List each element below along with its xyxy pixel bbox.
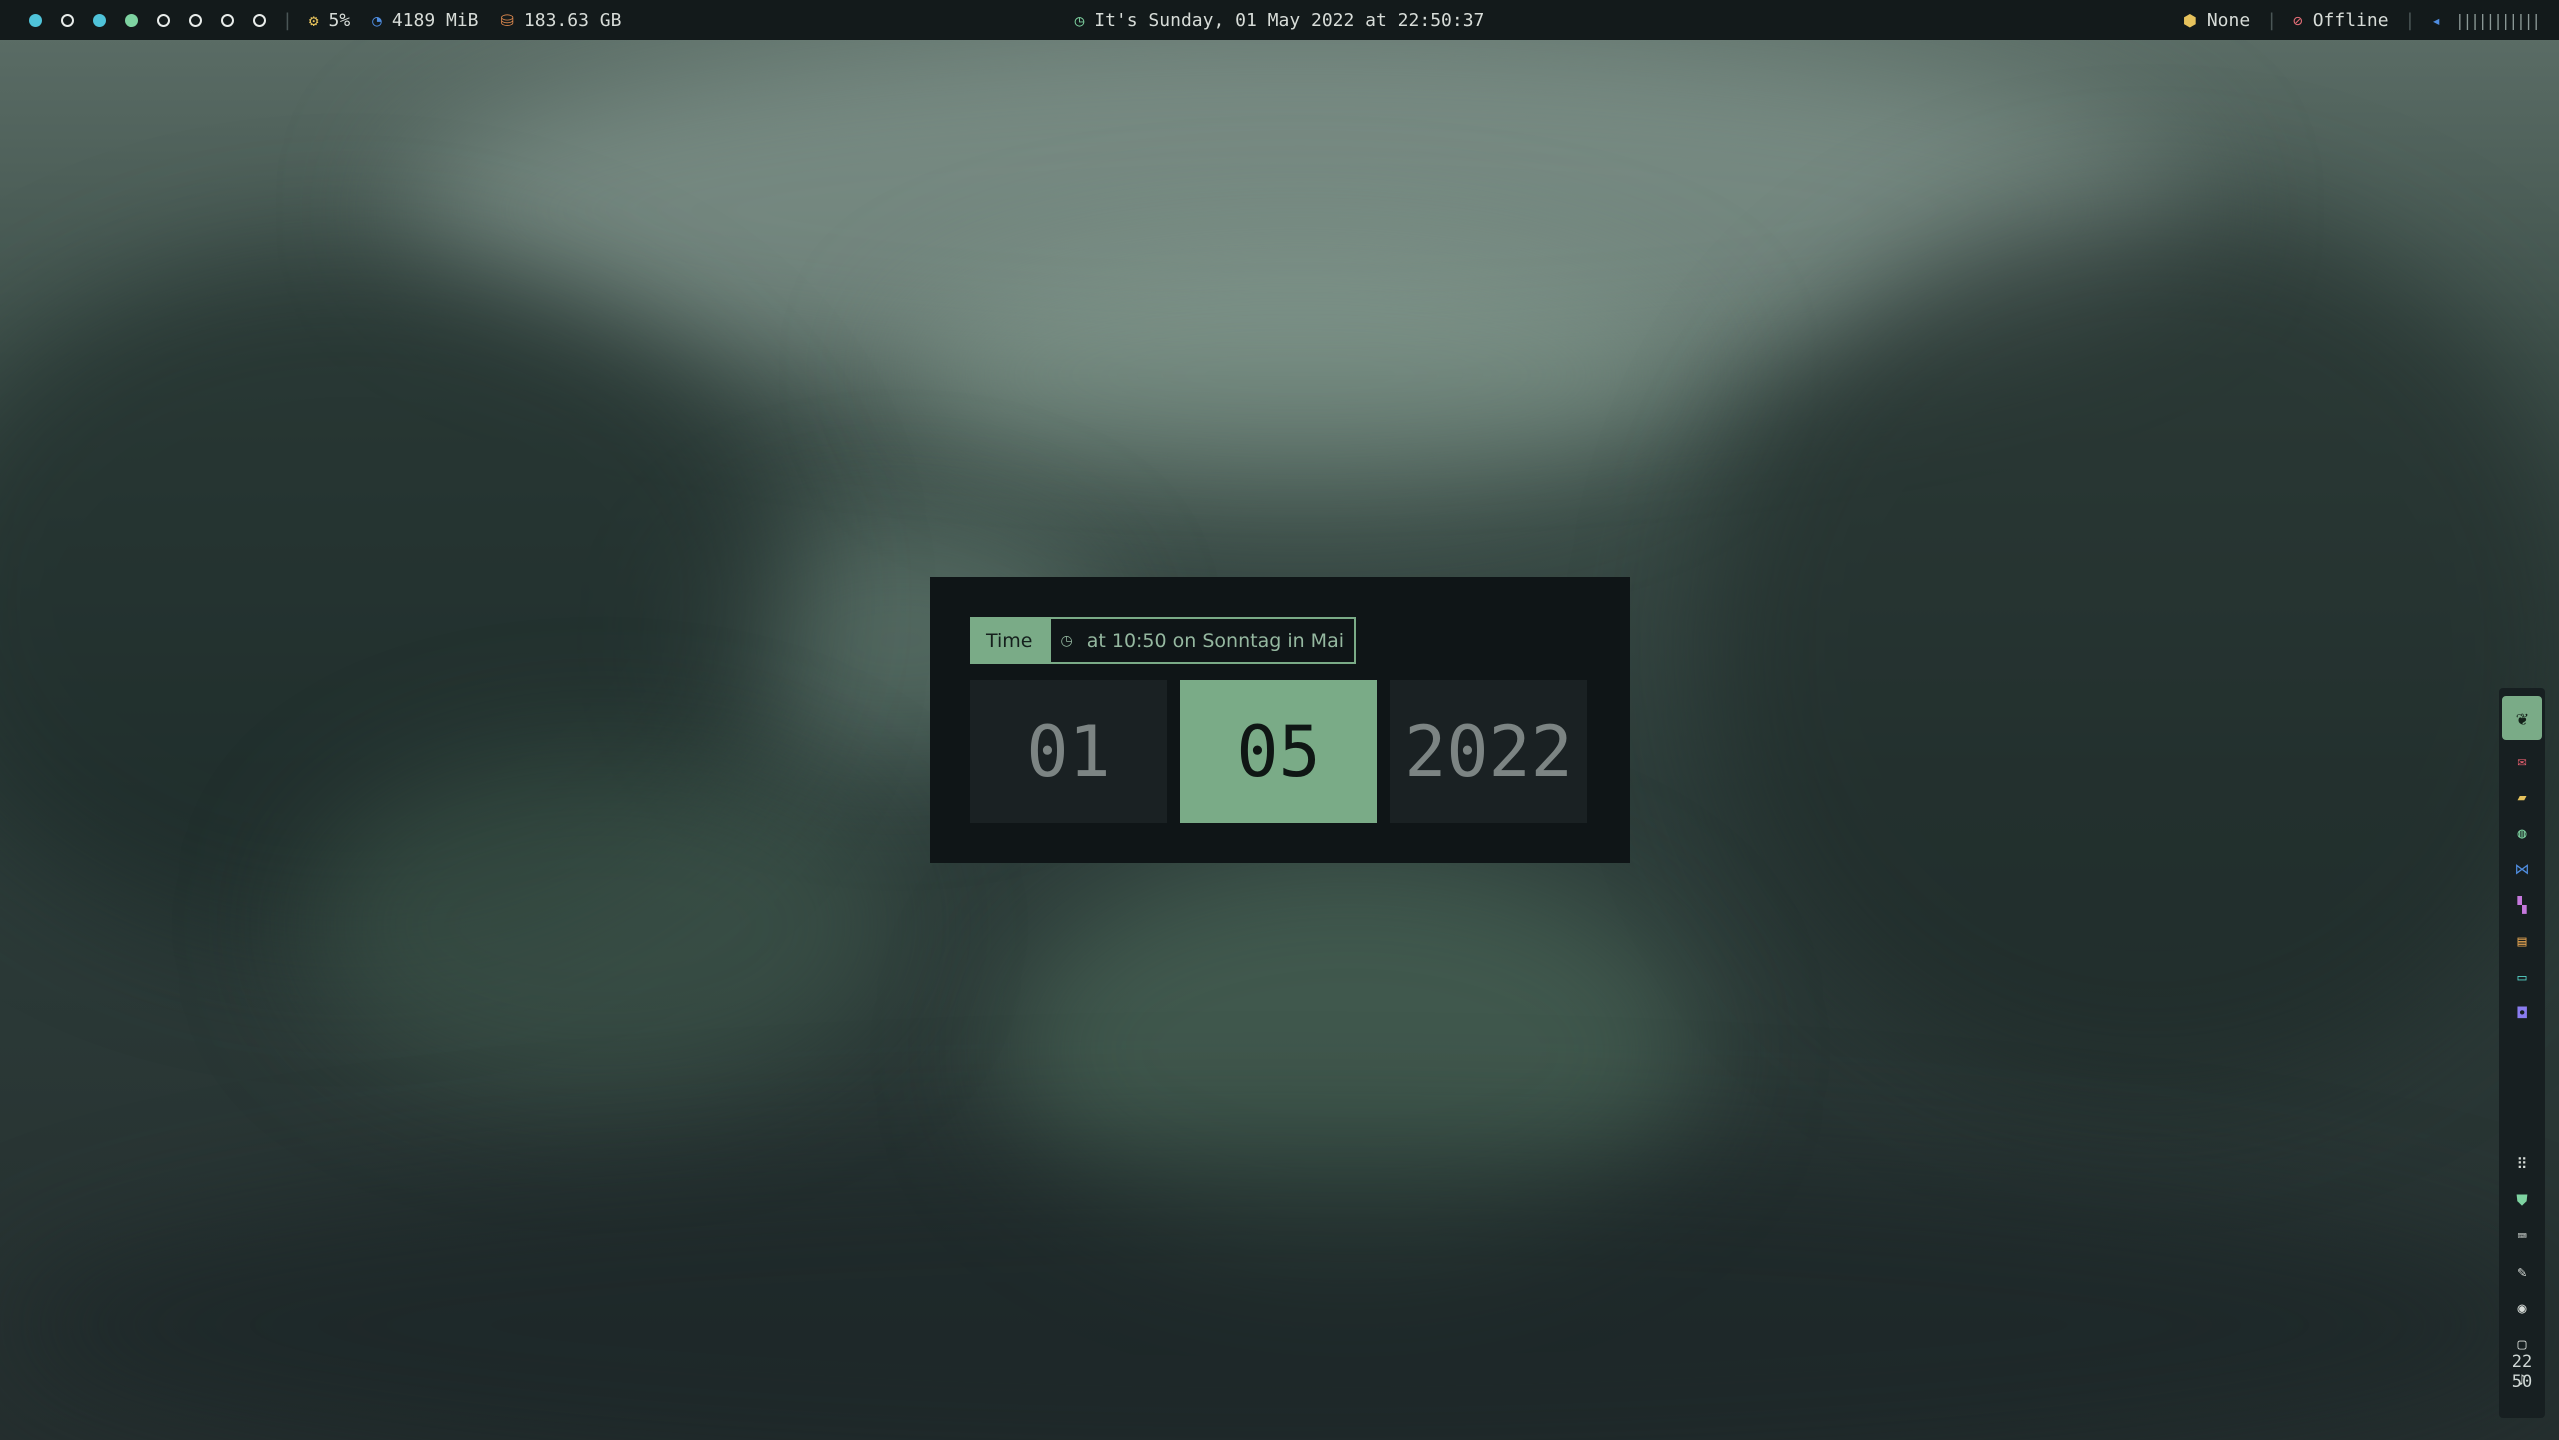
date-boxes: 01 05 2022	[970, 680, 1587, 823]
clock-icon: ◷	[1060, 632, 1073, 649]
globe-icon[interactable]: ◍	[2507, 818, 2537, 848]
leaf-icon[interactable]: ❦	[2502, 696, 2542, 740]
side-dock: ❦ ✉ ▰ ◍ ⋈ ▚ ▤ ▭ ◘ ⠿ ⛊ ⌨ ✎ ◉ ▢ ♪ 22 50	[2499, 688, 2545, 1418]
disk-icon: ⛁	[500, 10, 514, 30]
clock-icon: ◷	[1074, 10, 1085, 30]
package-icon: ⬢	[2182, 10, 2197, 30]
app-grid-icon[interactable]: ⠿	[2507, 1149, 2537, 1179]
time-chip: Time ◷ at 10:50 on Sonntag in Mai	[970, 617, 1356, 664]
time-chip-text: at 10:50 on Sonntag in Mai	[1086, 629, 1344, 652]
workspace-5[interactable]	[157, 13, 170, 27]
cpu-icon: ⚙	[308, 10, 319, 30]
network-status[interactable]: Offline	[2313, 10, 2389, 31]
folder-icon[interactable]: ▰	[2507, 782, 2537, 812]
year-box: 2022	[1390, 680, 1587, 823]
time-chip-label: Time	[970, 617, 1049, 664]
brush-icon[interactable]: ✎	[2507, 1257, 2537, 1287]
separator: |	[2404, 9, 2416, 31]
jetbrains-icon[interactable]: ▚	[2507, 890, 2537, 920]
gamepad-icon[interactable]: ◉	[2507, 1293, 2537, 1323]
top-bar: | ⚙ 5% ◔ 4189 MiB ⛁ 183.63 GB ◷ It's Sun…	[0, 0, 2559, 40]
topbar-right: ⬢ None | ⊘ Offline | ◂ |||||||||||	[2182, 0, 2541, 40]
workspace-8[interactable]	[253, 13, 266, 27]
workspace-3[interactable]	[93, 13, 106, 27]
month-box: 05	[1180, 680, 1377, 823]
offline-icon: ⊘	[2293, 10, 2303, 30]
workspace-indicators	[29, 13, 266, 27]
workspace-2[interactable]	[61, 13, 74, 27]
terminal-icon[interactable]: ▭	[2507, 962, 2537, 992]
day-box: 01	[970, 680, 1167, 823]
workspace-4[interactable]	[125, 13, 138, 27]
media-status[interactable]: None	[2207, 10, 2250, 31]
mail-icon[interactable]: ✉	[2507, 746, 2537, 776]
memory-value: 4189 MiB	[391, 9, 479, 31]
time-widget: Time ◷ at 10:50 on Sonntag in Mai 01 05 …	[930, 577, 1630, 863]
workspace-7[interactable]	[221, 13, 234, 27]
separator: |	[2266, 9, 2278, 31]
workspace-6[interactable]	[189, 13, 202, 27]
speaker-icon: ◂	[2431, 10, 2442, 30]
memory-usage: ◔ 4189 MiB	[372, 10, 478, 31]
shield-icon[interactable]: ⛊	[2507, 1185, 2537, 1215]
cpu-value: 5%	[328, 9, 351, 31]
dock-clock-hour: 22	[2511, 1352, 2533, 1372]
dock-apps: ❦ ✉ ▰ ◍ ⋈ ▚ ▤ ▭ ◘	[2502, 688, 2542, 1028]
discord-icon[interactable]: ◘	[2507, 998, 2537, 1028]
notes-icon[interactable]: ▤	[2507, 926, 2537, 956]
separator: |	[282, 9, 293, 31]
dock-clock: 22 50	[2512, 1352, 2532, 1392]
workspace-1[interactable]	[29, 13, 42, 27]
memory-icon: ◔	[372, 10, 382, 30]
clock-text[interactable]: It's Sunday, 01 May 2022 at 22:50:37	[1094, 10, 1484, 31]
keyboard-icon[interactable]: ⌨	[2507, 1221, 2537, 1251]
time-chip-value: ◷ at 10:50 on Sonntag in Mai	[1048, 617, 1356, 664]
disk-usage: ⛁ 183.63 GB	[501, 10, 622, 31]
dock-clock-minute: 50	[2511, 1372, 2533, 1392]
cpu-usage: ⚙ 5%	[309, 10, 350, 31]
disk-value: 183.63 GB	[523, 9, 622, 31]
volume-bar[interactable]: |||||||||||	[2455, 11, 2541, 30]
vscode-icon[interactable]: ⋈	[2507, 854, 2537, 884]
